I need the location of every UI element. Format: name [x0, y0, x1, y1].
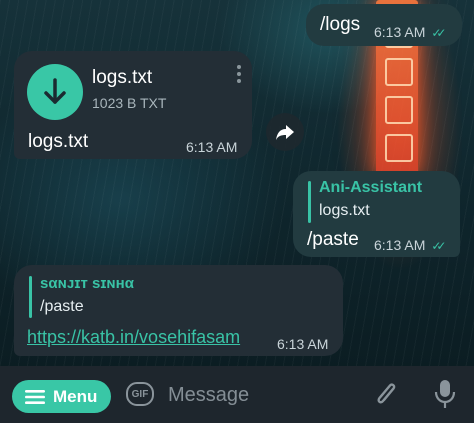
message-input-bar: Menu GIF Message [0, 366, 474, 423]
message-link[interactable]: https://katb.in/vosehifasam [27, 327, 240, 348]
download-button[interactable] [27, 64, 83, 120]
forward-button[interactable] [266, 113, 304, 151]
gif-icon[interactable]: GIF [126, 382, 154, 406]
menu-button[interactable]: Menu [12, 380, 111, 413]
file-name: logs.txt [92, 67, 153, 88]
reply-sender-name[interactable]: Ani-Assistant [319, 179, 422, 197]
message-text: /logs [320, 14, 361, 35]
message-bubble-file[interactable]: logs.txt 1023 B TXT logs.txt 6:13 AM [14, 51, 252, 159]
reply-preview-text: logs.txt [319, 202, 370, 219]
message-bubble-sent-logs[interactable]: /logs 6:13 AM ✓✓ [306, 4, 462, 46]
read-checks-icon: ✓✓ [431, 239, 446, 253]
download-icon [44, 78, 66, 104]
microphone-icon[interactable] [434, 379, 456, 409]
message-time: 6:13 AM [186, 139, 238, 155]
message-bubble-sent-paste[interactable]: Ani-Assistant logs.txt /paste 6:13 AM ✓✓ [293, 171, 460, 257]
reply-sender-name[interactable]: sαɴᴊɪᴛ sɪɴʜα [40, 275, 134, 292]
message-meta: 6:13 AM ✓✓ [374, 24, 447, 40]
message-text: /paste [307, 229, 359, 250]
file-size: 1023 B TXT [92, 95, 167, 111]
more-vert-icon[interactable] [236, 65, 242, 85]
message-input[interactable]: Message [168, 384, 249, 407]
gif-label: GIF [131, 388, 149, 400]
message-meta: 6:13 AM ✓✓ [374, 237, 447, 253]
forward-icon [276, 125, 294, 140]
read-checks-icon: ✓✓ [431, 26, 446, 40]
attach-icon[interactable] [374, 380, 400, 410]
message-time: 6:13 AM [277, 336, 329, 352]
reply-quote-bar [29, 276, 32, 318]
menu-button-label: Menu [53, 386, 98, 406]
reply-quote-bar [308, 181, 311, 223]
message-bubble-link[interactable]: sαɴᴊɪᴛ sɪɴʜα /paste https://katb.in/vose… [14, 265, 343, 356]
menu-icon [25, 389, 45, 404]
reply-preview-text: /paste [40, 298, 84, 315]
message-time: 6:13 AM [374, 237, 426, 253]
message-time: 6:13 AM [374, 24, 426, 40]
file-caption: logs.txt [28, 131, 89, 152]
